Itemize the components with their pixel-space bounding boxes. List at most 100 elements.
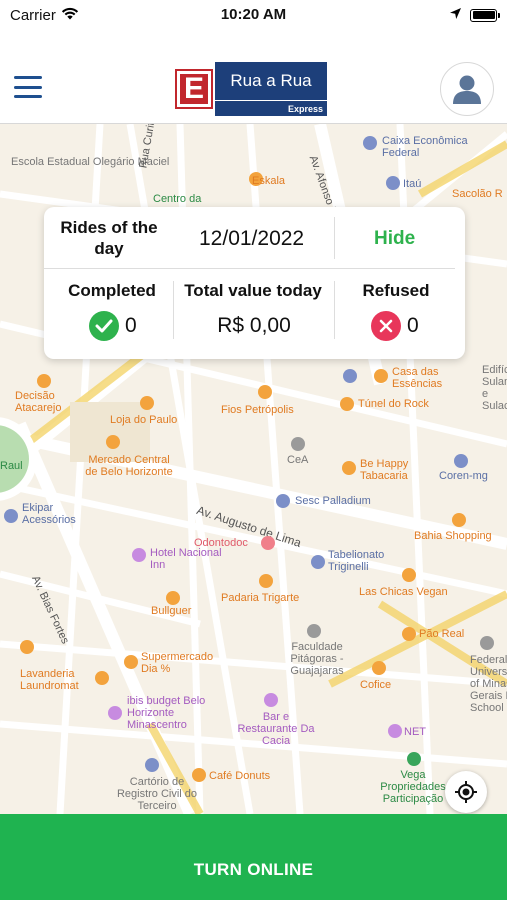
map-place-label: Padaria Trigarte bbox=[221, 592, 300, 604]
logo-title: Rua a Rua bbox=[230, 71, 312, 90]
menu-line-icon bbox=[14, 76, 42, 79]
poi-marker-icon bbox=[192, 768, 206, 782]
total-value-label: Total value today bbox=[184, 281, 322, 300]
map-place-label: Las Chicas Vegan bbox=[359, 586, 448, 598]
poi-marker-icon bbox=[124, 655, 138, 669]
map-place-label: Be Happy Tabacaria bbox=[360, 458, 409, 482]
map-place-label: Tabelionato Triginelli bbox=[328, 549, 385, 573]
checkmark-icon bbox=[89, 311, 119, 341]
poi-marker-icon bbox=[106, 435, 120, 449]
poi-marker-icon bbox=[145, 758, 159, 772]
divider bbox=[334, 281, 335, 339]
clinic-marker-icon bbox=[261, 536, 275, 550]
rides-title: Rides of the day bbox=[60, 218, 158, 258]
poi-marker-icon bbox=[340, 397, 354, 411]
profile-avatar-button[interactable] bbox=[440, 62, 494, 116]
map-place-label: Lavanderia Laundromat bbox=[20, 668, 79, 692]
map-place-label: Bar e Restaurante Da Cacia bbox=[237, 711, 315, 747]
poi-marker-icon bbox=[452, 513, 466, 527]
school-marker-icon bbox=[307, 624, 321, 638]
battery-icon bbox=[470, 8, 500, 22]
map-place-label: Casa das Essências bbox=[392, 366, 443, 390]
map-place-label: Bahia Shopping bbox=[414, 530, 492, 542]
poi-marker-icon bbox=[166, 591, 180, 605]
map-place-label: Caixa Econômica Federal bbox=[382, 135, 468, 159]
map-place-label: Loja do Paulo bbox=[110, 414, 178, 426]
hotel-marker-icon bbox=[132, 548, 146, 562]
poi-marker-icon bbox=[259, 574, 273, 588]
logo-divider bbox=[215, 100, 327, 101]
my-location-button[interactable] bbox=[445, 771, 487, 813]
rides-date: 12/01/2022 bbox=[199, 227, 305, 250]
status-time: 10:20 AM bbox=[220, 6, 287, 23]
menu-line-icon bbox=[14, 85, 42, 89]
rides-summary-card: Rides of the day 12/01/2022 Hide Complet… bbox=[44, 207, 465, 359]
poi-marker-icon bbox=[388, 724, 402, 738]
poi-marker-icon bbox=[258, 385, 272, 399]
map-place-label: Hotel Nacional Inn bbox=[150, 547, 222, 571]
crosshair-icon bbox=[455, 781, 477, 803]
poi-marker-icon bbox=[95, 671, 109, 685]
poi-marker-icon bbox=[20, 640, 34, 654]
map-place-label: Raul bbox=[0, 460, 23, 472]
map-place-label: Ekipar Acessórios bbox=[22, 502, 76, 526]
completed-count-row: 0 bbox=[89, 311, 137, 341]
poi-marker-icon bbox=[37, 374, 51, 388]
poi-marker-icon bbox=[342, 461, 356, 475]
map-place-label: Odontodoc bbox=[194, 537, 248, 549]
hotel-marker-icon bbox=[108, 706, 122, 720]
map-place-label: Decisão Atacarejo bbox=[15, 390, 62, 414]
map-place-label: Edifício Sulamérica e Sulaca bbox=[482, 364, 507, 412]
bank-marker-icon bbox=[363, 136, 377, 150]
poi-marker-icon bbox=[311, 555, 325, 569]
logo-letter: E bbox=[175, 69, 213, 109]
poi-marker-icon bbox=[374, 369, 388, 383]
refused-label: Refused bbox=[362, 281, 430, 300]
map-place-label: Cofice bbox=[360, 679, 392, 691]
theater-marker-icon bbox=[276, 494, 290, 508]
cross-icon bbox=[371, 311, 401, 341]
app-header: E Rua a Rua Express bbox=[0, 50, 507, 124]
parking-marker-icon bbox=[343, 369, 357, 383]
map-place-label: Supermercado Dia % bbox=[141, 651, 214, 675]
map-place-label: Eskala bbox=[252, 175, 286, 187]
hide-button[interactable]: Hide bbox=[374, 228, 415, 250]
turn-online-button[interactable]: TURN ONLINE bbox=[0, 814, 507, 900]
school-marker-icon bbox=[480, 636, 494, 650]
poi-marker-icon bbox=[4, 509, 18, 523]
map-place-label: Pão Real bbox=[419, 628, 465, 640]
completed-label: Completed bbox=[68, 281, 156, 300]
hamburger-menu-button[interactable] bbox=[14, 76, 42, 98]
poi-marker-icon bbox=[407, 752, 421, 766]
map-place-label: Cartório de Registro Civil do Terceiro bbox=[116, 776, 198, 812]
map-place-label: CeA bbox=[287, 454, 309, 466]
map-place-label: Centro da bbox=[153, 193, 202, 205]
logo-box: Rua a Rua Express bbox=[215, 62, 327, 116]
menu-line-icon bbox=[14, 95, 42, 98]
refused-count-row: 0 bbox=[371, 311, 419, 341]
total-value: R$ 0,00 bbox=[217, 314, 291, 337]
map-place-label: Federal University of Minas Gerais Law S… bbox=[470, 654, 507, 714]
map-place-label: Itaú bbox=[403, 178, 422, 190]
map-place-label: Faculdade Pitágoras - Guajajaras bbox=[290, 641, 344, 677]
poi-marker-icon bbox=[454, 454, 468, 468]
map-place-label: Túnel do Rock bbox=[358, 398, 429, 410]
refused-count: 0 bbox=[407, 314, 419, 337]
logo-subtitle: Express bbox=[287, 104, 323, 114]
status-bar: Carrier 10:20 AM bbox=[0, 0, 507, 30]
bank-marker-icon bbox=[386, 176, 400, 190]
divider bbox=[44, 268, 455, 269]
map-place-label: Fios Petrópolis bbox=[221, 404, 294, 416]
bar-marker-icon bbox=[264, 693, 278, 707]
poi-marker-icon bbox=[402, 627, 416, 641]
poi-marker-icon bbox=[291, 437, 305, 451]
map-place-label: NET bbox=[404, 726, 426, 738]
map-place-label: Mercado Central de Belo Horizonte bbox=[85, 454, 173, 478]
poi-marker-icon bbox=[372, 661, 386, 675]
map-place-label: Bullguer bbox=[151, 605, 192, 617]
map-place-label: Café Donuts bbox=[209, 770, 271, 782]
map-place-label: Sesc Palladium bbox=[295, 495, 371, 507]
poi-marker-icon bbox=[402, 568, 416, 582]
app-logo: E Rua a Rua Express bbox=[175, 62, 327, 116]
divider bbox=[334, 217, 335, 259]
